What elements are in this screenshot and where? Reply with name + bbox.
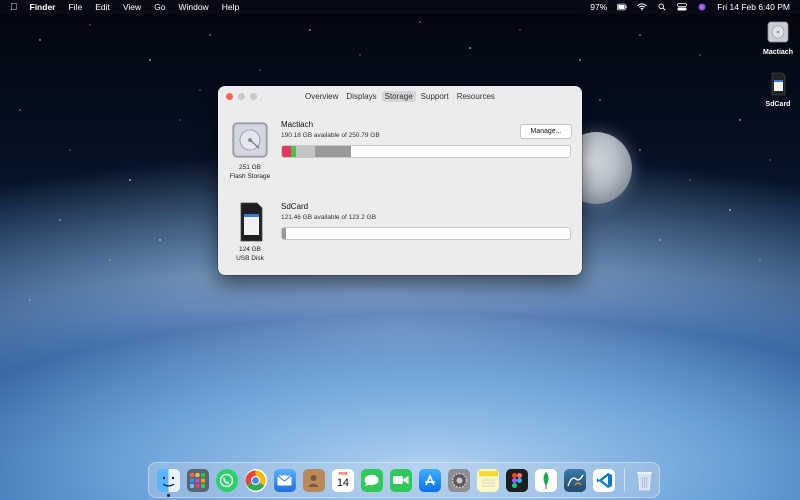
calendar-icon[interactable]: FEB 14 xyxy=(332,468,354,492)
battery-percent: 97% xyxy=(590,2,608,12)
storage-usage-bar xyxy=(281,227,571,240)
notes-icon[interactable] xyxy=(477,468,500,492)
menu-window[interactable]: Window xyxy=(178,2,208,12)
storage-segment xyxy=(282,146,291,157)
drive-available: 121.46 GB available of 123.2 GB xyxy=(281,214,377,221)
app-menu-finder[interactable]: Finder xyxy=(30,2,56,12)
trash-icon[interactable] xyxy=(633,469,655,492)
control-center-icon[interactable] xyxy=(677,3,688,11)
figma-icon[interactable] xyxy=(506,468,529,492)
tab-overview[interactable]: Overview xyxy=(302,91,341,102)
menu-clock[interactable]: Fri 14 Feb 6:40 PM xyxy=(717,2,790,12)
menu-file[interactable]: File xyxy=(68,2,82,12)
drive-name: SdCard xyxy=(281,202,309,211)
wifi-icon[interactable] xyxy=(637,3,648,11)
chrome-icon[interactable] xyxy=(244,468,267,492)
siri-icon[interactable] xyxy=(697,3,707,11)
facetime-icon[interactable] xyxy=(390,468,412,492)
drive-available: 190.18 GB available of 250.79 GB xyxy=(281,132,380,139)
sd-card-icon xyxy=(240,202,263,242)
drive-name: Mactiach xyxy=(281,120,314,129)
app-store-icon[interactable] xyxy=(419,468,442,492)
window-tabs: Overview Displays Storage Support Resour… xyxy=(218,91,582,102)
mongodb-icon[interactable] xyxy=(535,468,558,492)
launchpad-icon[interactable] xyxy=(186,468,209,492)
tab-displays[interactable]: Displays xyxy=(343,91,379,102)
spotlight-search-icon[interactable] xyxy=(657,3,667,11)
desktop-drive-mactiach[interactable]: Mactiach xyxy=(758,20,798,56)
apple-menu-icon[interactable]:  xyxy=(10,2,18,13)
vscode-icon[interactable] xyxy=(593,468,616,492)
about-this-mac-window: Overview Displays Storage Support Resour… xyxy=(218,86,582,275)
mail-icon[interactable] xyxy=(273,468,296,492)
menu-edit[interactable]: Edit xyxy=(95,2,110,12)
sd-card-icon xyxy=(771,72,786,96)
storage-segment xyxy=(282,228,287,239)
menu-view[interactable]: View xyxy=(123,2,141,12)
desktop-drive-label: Mactiach xyxy=(763,49,793,56)
storage-segment xyxy=(315,146,352,157)
tab-support[interactable]: Support xyxy=(418,91,452,102)
mysql-workbench-icon[interactable] xyxy=(564,468,587,492)
running-indicator xyxy=(166,493,170,497)
menu-help[interactable]: Help xyxy=(222,2,239,12)
calendar-day: 14 xyxy=(336,477,350,489)
storage-segment xyxy=(296,146,316,157)
hard-drive-icon xyxy=(767,21,789,43)
contacts-icon[interactable] xyxy=(302,468,325,492)
drive-capacity: 251 GB xyxy=(238,164,262,171)
storage-usage-bar xyxy=(281,145,571,158)
manage-button[interactable]: Manage... xyxy=(520,124,572,139)
desktop-drive-label: SdCard xyxy=(765,101,791,108)
tab-resources[interactable]: Resources xyxy=(454,91,498,102)
drive-type: USB Disk xyxy=(236,254,264,262)
system-preferences-icon[interactable] xyxy=(448,468,471,492)
whatsapp-icon[interactable] xyxy=(215,468,238,492)
desktop-drive-sdcard[interactable]: SdCard xyxy=(758,72,798,108)
messages-icon[interactable] xyxy=(361,468,383,492)
hard-drive-icon xyxy=(232,122,268,158)
tab-storage[interactable]: Storage xyxy=(381,91,416,102)
menu-go[interactable]: Go xyxy=(154,2,165,12)
dock: FEB 14 xyxy=(148,462,660,498)
dock-separator xyxy=(623,468,625,492)
battery-icon[interactable] xyxy=(617,3,627,11)
drive-type: Flash Storage xyxy=(229,172,271,180)
finder-icon[interactable] xyxy=(156,468,180,497)
menu-bar:  Finder File Edit View Go Window Help 9… xyxy=(0,0,800,14)
window-titlebar[interactable]: Overview Displays Storage Support Resour… xyxy=(218,86,582,108)
drive-capacity: 124 GB xyxy=(238,246,262,253)
